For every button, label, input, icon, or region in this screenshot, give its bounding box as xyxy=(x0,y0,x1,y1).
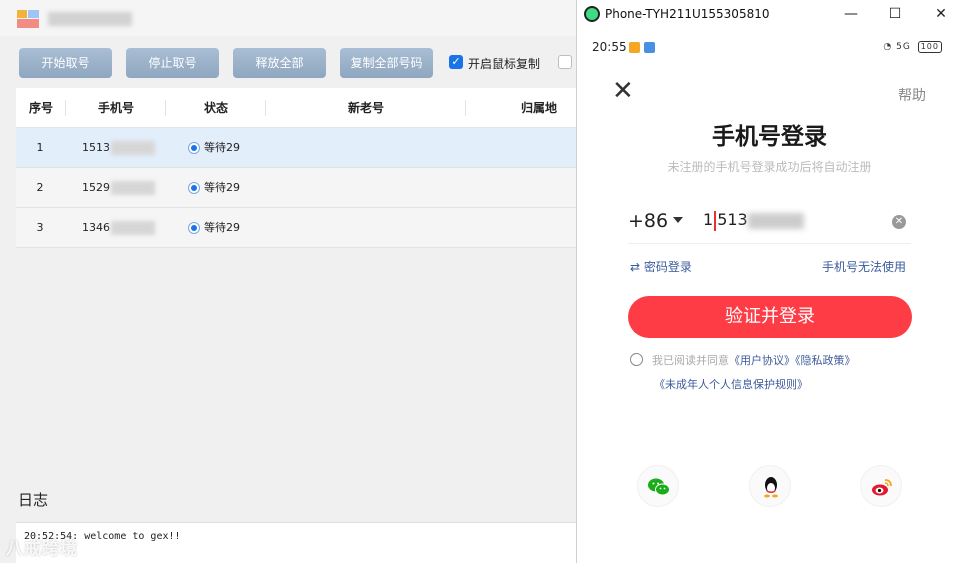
phone-mirror-window: Phone-TYH211U155305810 — ☐ ✕ 20:55 ◔ 5G … xyxy=(577,0,962,563)
start-fetch-button[interactable]: 开始取号 xyxy=(19,48,112,78)
qq-login-button[interactable] xyxy=(749,465,791,507)
release-all-button[interactable]: 释放全部 xyxy=(233,48,326,78)
table-row[interactable]: 3 1346 等待29 xyxy=(16,208,576,248)
table-header: 序号 手机号 状态 新老号 归属地 xyxy=(16,88,576,128)
app-title-blurred xyxy=(48,12,132,26)
log-box[interactable]: 20:52:54: welcome to gex!! xyxy=(16,522,576,563)
notification-icon xyxy=(629,42,640,53)
signal-label: 5G xyxy=(896,42,911,52)
table-row[interactable]: 2 1529 等待29 xyxy=(16,168,576,208)
row-status: 等待29 xyxy=(188,208,240,248)
chevron-down-icon[interactable] xyxy=(673,217,683,223)
status-radio-icon xyxy=(188,142,200,154)
weibo-icon xyxy=(872,479,892,496)
login-title: 手机号登录 xyxy=(712,124,827,150)
header-location: 归属地 xyxy=(520,101,557,115)
maximize-button[interactable]: ☐ xyxy=(883,3,907,25)
status-time: 20:55 xyxy=(592,40,627,54)
phone-number-input[interactable]: 1 513 xyxy=(703,210,804,231)
close-login-icon[interactable]: ✕ xyxy=(612,78,634,104)
close-window-button[interactable]: ✕ xyxy=(929,3,953,25)
watermark: 八戒跨境 xyxy=(6,539,78,559)
wifi-icon: ◔ xyxy=(883,42,893,52)
extra-checkbox[interactable] xyxy=(558,55,572,69)
row-phone: 1513 xyxy=(82,128,155,168)
row-index: 2 xyxy=(36,181,44,194)
country-code-selector[interactable]: +86 xyxy=(628,210,668,232)
weibo-login-button[interactable] xyxy=(860,465,902,507)
notification-icon xyxy=(644,42,655,53)
row-phone: 1529 xyxy=(82,168,155,208)
privacy-policy-link[interactable]: 《隐私政策》 xyxy=(795,354,856,367)
minimize-button[interactable]: — xyxy=(839,3,863,25)
password-login-link[interactable]: ⇄ 密码登录 xyxy=(630,258,692,275)
row-index: 1 xyxy=(36,141,44,154)
status-radio-icon xyxy=(188,182,200,194)
battery-icon: 100 xyxy=(917,41,942,53)
header-new-old: 新老号 xyxy=(266,88,466,128)
row-phone: 1346 xyxy=(82,208,155,248)
verify-login-button[interactable]: 验证并登录 xyxy=(628,296,912,338)
android-status-bar: 20:55 ◔ 5G 100 xyxy=(577,36,962,58)
wechat-login-button[interactable] xyxy=(637,465,679,507)
row-index: 3 xyxy=(36,221,44,234)
wechat-icon xyxy=(648,478,670,496)
input-underline xyxy=(628,243,911,244)
log-title: 日志 xyxy=(18,491,49,509)
mouse-copy-checkbox[interactable]: ✓ xyxy=(449,55,463,69)
minor-policy-link[interactable]: 《未成年人个人信息保护规则》 xyxy=(654,376,808,392)
header-index: 序号 xyxy=(16,88,66,128)
phone-titlebar: Phone-TYH211U155305810 — ☐ ✕ xyxy=(577,0,962,30)
help-link[interactable]: 帮助 xyxy=(898,85,926,105)
header-status: 状态 xyxy=(166,88,266,128)
status-icons: ◔ 5G 100 xyxy=(883,41,942,53)
toolbar: 开始取号 停止取号 释放全部 复制全部号码 ✓ 开启鼠标复制 xyxy=(0,40,576,86)
phone-unavailable-link[interactable]: 手机号无法使用 xyxy=(822,258,906,275)
status-radio-icon xyxy=(188,222,200,234)
row-status: 等待29 xyxy=(188,128,240,168)
stop-fetch-button[interactable]: 停止取号 xyxy=(126,48,219,78)
phone-window-title: Phone-TYH211U155305810 xyxy=(605,7,770,21)
clear-input-icon[interactable]: ✕ xyxy=(892,215,906,229)
agree-radio[interactable] xyxy=(630,353,643,366)
numbers-table: 序号 手机号 状态 新老号 归属地 1 1513 等待29 2 1529 等待2… xyxy=(16,88,576,248)
header-phone: 手机号 xyxy=(66,88,166,128)
user-agreement-link[interactable]: 《用户协议》 xyxy=(729,354,795,367)
android-icon xyxy=(584,6,600,22)
text-cursor xyxy=(714,210,717,231)
agreement-text: 我已阅读并同意《用户协议》《隐私政策》 xyxy=(652,354,856,367)
table-row[interactable]: 1 1513 等待29 xyxy=(16,128,576,168)
app-titlebar xyxy=(0,0,576,36)
number-app-window: 开始取号 停止取号 释放全部 复制全部号码 ✓ 开启鼠标复制 序号 手机号 状态… xyxy=(0,0,577,563)
login-subtitle: 未注册的手机号登录成功后将自动注册 xyxy=(667,160,872,174)
copy-all-button[interactable]: 复制全部号码 xyxy=(340,48,433,78)
row-status: 等待29 xyxy=(188,168,240,208)
mouse-copy-label: 开启鼠标复制 xyxy=(468,57,541,71)
qq-icon xyxy=(764,477,778,498)
app-logo-icon xyxy=(17,10,39,28)
